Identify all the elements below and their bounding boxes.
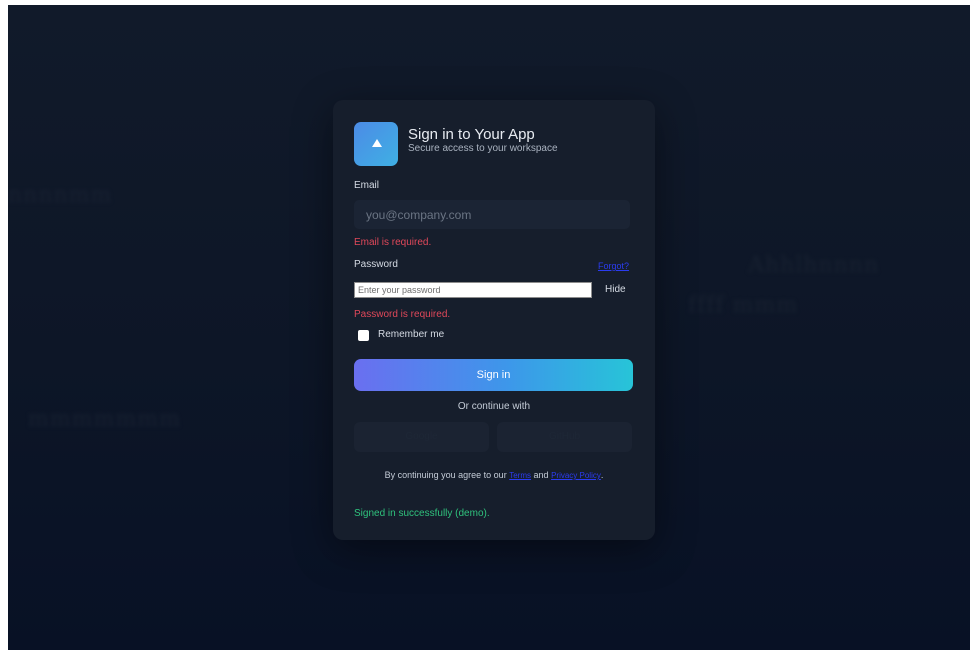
github-signin-button[interactable]: GitHub: [497, 422, 632, 452]
social-divider-text: Or continue with: [457, 401, 531, 412]
triangle-up-icon: [372, 139, 382, 147]
page-subtitle: Secure access to your workspace: [408, 143, 558, 154]
terms-suffix: .: [600, 470, 604, 480]
sign-in-button[interactable]: Sign in: [354, 359, 633, 391]
google-signin-button[interactable]: Google: [354, 422, 489, 452]
privacy-policy-link[interactable]: Privacy Policy: [551, 471, 601, 480]
signin-card: Sign in to Your App Secure access to you…: [333, 100, 655, 540]
background-blur-text: nnnnmm: [8, 183, 113, 208]
page-title: Sign in to Your App: [408, 126, 535, 143]
password-label: Password: [354, 259, 398, 270]
background-blur-text: mmmmmmm: [28, 407, 182, 432]
email-field[interactable]: [354, 200, 630, 229]
remember-me-checkbox[interactable]: [358, 330, 369, 341]
terms-conjunction: and: [533, 470, 549, 480]
terms-prefix: By continuing you agree to our: [384, 470, 507, 480]
terms-notice: By continuing you agree to our Terms and…: [333, 470, 655, 480]
email-error: Email is required.: [354, 237, 432, 248]
status-message: Signed in successfully (demo).: [354, 508, 490, 519]
forgot-password-link[interactable]: Forgot?: [598, 261, 629, 271]
password-field[interactable]: [354, 282, 592, 298]
background-blur-text: ffff mmm: [688, 293, 799, 318]
page-background: nnnnmm Ahhlhnnnn mmmmmmm ffff mmm Sign i…: [8, 5, 970, 650]
email-label: Email: [354, 180, 380, 191]
terms-link[interactable]: Terms: [509, 471, 531, 480]
password-error: Password is required.: [354, 309, 451, 320]
background-blur-text: Ahhlhnnnn: [748, 253, 880, 278]
password-visibility-toggle[interactable]: Hide: [605, 284, 626, 295]
app-logo: [354, 122, 398, 166]
remember-me-label[interactable]: Remember me: [378, 329, 444, 340]
